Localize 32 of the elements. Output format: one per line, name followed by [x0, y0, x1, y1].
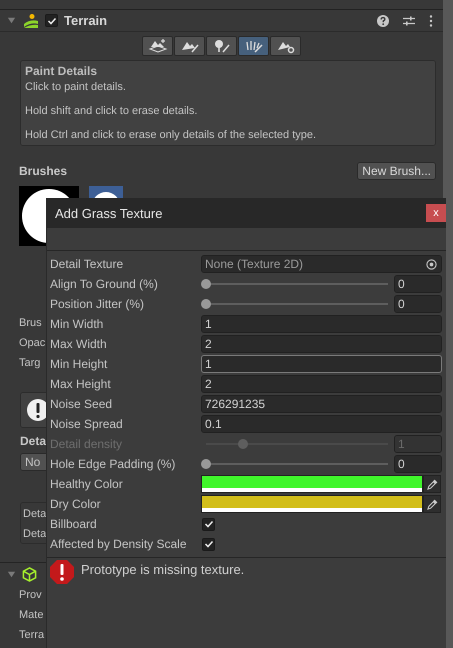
help-text: Hold shift and click to erase details. [25, 105, 198, 119]
field-label: Brus [19, 316, 42, 331]
detail-label: Deta [23, 507, 46, 522]
field-label: Dry Color [50, 497, 102, 511]
object-value: None (Texture 2D) [205, 256, 304, 272]
field-label: Healthy Color [50, 477, 124, 491]
field-label: Position Jitter (%) [50, 297, 146, 311]
field-label: Max Width [50, 337, 108, 351]
component-title: Terrain [64, 13, 108, 28]
field-label: Max Height [50, 377, 112, 391]
help-title: Paint Details [25, 64, 98, 80]
field-label: Noise Seed [50, 397, 114, 411]
field-label: Opac [19, 336, 46, 351]
section-label: Brushes [19, 164, 68, 178]
field-label: Align To Ground (%) [50, 277, 159, 291]
dialog-title: Add Grass Texture [55, 206, 162, 220]
field-label: Affected by Density Scale [50, 537, 188, 551]
field-label: Min Height [50, 357, 108, 371]
field-label: Targ [19, 356, 40, 371]
field-label: Noise Spread [50, 417, 124, 431]
detail-label: Deta [23, 527, 46, 542]
field-label: Billboard [50, 517, 98, 531]
field-label: Mate [19, 608, 44, 623]
field-label: Prov [19, 588, 42, 603]
help-text: Click to paint details. [25, 81, 127, 95]
field-label: Hole Edge Padding (%) [50, 457, 176, 471]
field-label: Min Width [50, 317, 104, 331]
error-message: Prototype is missing texture. [81, 562, 244, 577]
field-label: Detail Texture [50, 257, 124, 271]
section-label: Deta [20, 433, 46, 450]
field-label: Terra [19, 628, 44, 643]
help-text: Hold Ctrl and click to erase only details of the selected type. [25, 129, 318, 143]
